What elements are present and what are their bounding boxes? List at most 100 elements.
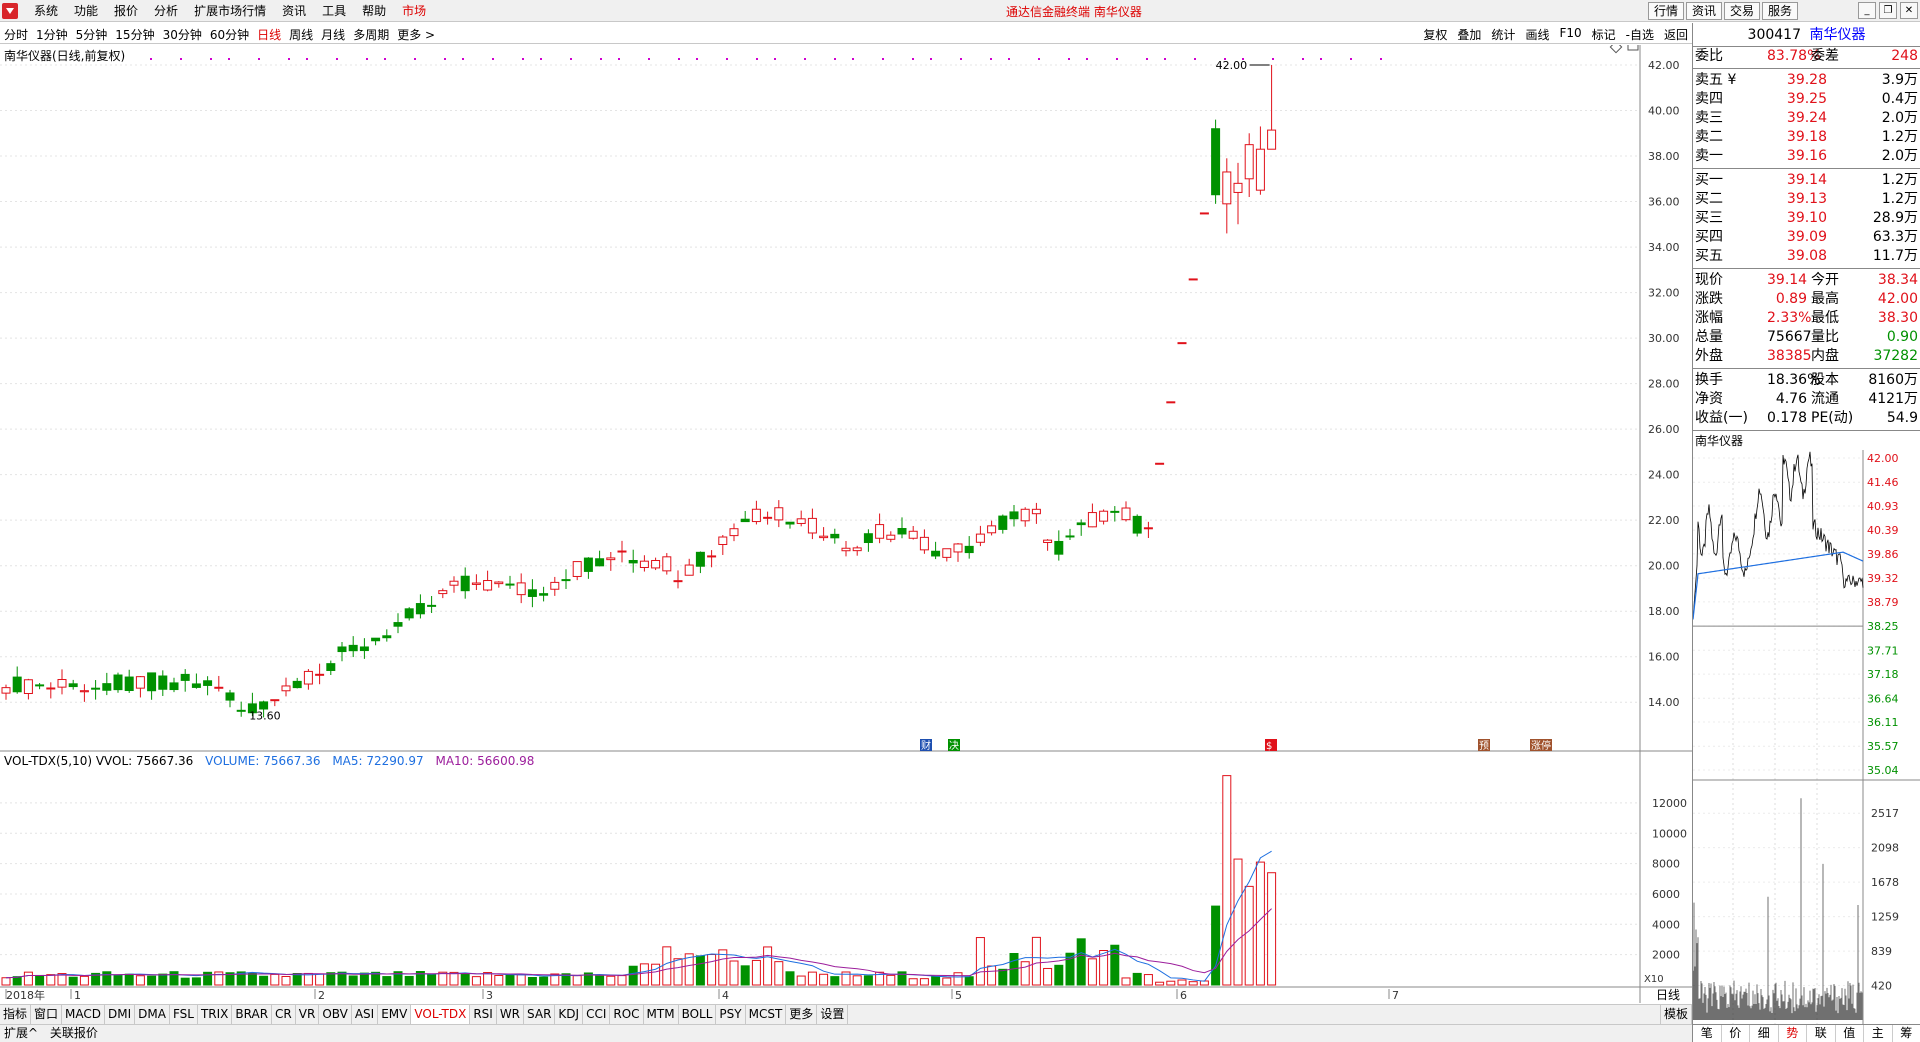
menu-system[interactable]: 系统	[26, 3, 66, 19]
menu-help[interactable]: 帮助	[354, 3, 394, 19]
template-button[interactable]: 模板	[1659, 1005, 1692, 1024]
ask-row-1: 卖一 39.16 2.0万	[1693, 147, 1920, 166]
indicator-tab-2[interactable]: MACD	[62, 1005, 106, 1024]
tool-button-1[interactable]: 叠加	[1457, 26, 1481, 43]
stock-code: 300417	[1747, 27, 1801, 43]
indicator-tab-25[interactable]: 设置	[817, 1005, 849, 1024]
stock-name[interactable]: 南华仪器	[1809, 27, 1865, 43]
indicator-tab-1[interactable]: 窗口	[31, 1005, 63, 1024]
volume-bar	[359, 972, 369, 986]
tool-button-6[interactable]: -自选	[1626, 26, 1654, 43]
panel-tab-1[interactable]: 价	[1722, 1025, 1750, 1042]
indicator-tab-4[interactable]: DMA	[135, 1005, 170, 1024]
stat-label-2: 最低	[1811, 310, 1839, 326]
intraday-mini-chart[interactable]: 42.00 41.46 40.93 40.39 39.86 39.32 38.79 38.25…	[1693, 450, 1920, 1024]
weibi-value: 83.78%	[1767, 48, 1821, 64]
tool-button-4[interactable]: F10	[1559, 26, 1581, 43]
mini-vol-label: 1678	[1871, 876, 1899, 889]
volume-bar	[628, 965, 638, 986]
period-tab-5[interactable]: 60分钟	[210, 26, 249, 43]
indicator-tab-20[interactable]: MTM	[644, 1005, 679, 1024]
menu-tools[interactable]: 工具	[314, 3, 354, 19]
mini-chart-title: 南华仪器	[1695, 434, 1744, 448]
stat-row-0: 现价 39.14 今开 38.34	[1693, 271, 1920, 290]
indicator-tab-23[interactable]: MCST	[746, 1005, 787, 1024]
panel-tab-0[interactable]: 笔	[1693, 1025, 1722, 1042]
indicator-tab-18[interactable]: CCI	[583, 1005, 611, 1024]
mini-price-label: 35.57	[1867, 740, 1899, 753]
news-button[interactable]: 资讯	[1685, 2, 1722, 20]
period-tab-7[interactable]: 周线	[289, 26, 313, 43]
volume-title: VOL-TDX(5,10) VVOL: 75667.36 VOLUME: 756…	[4, 754, 542, 768]
fund-value-2: 4121万	[1868, 391, 1918, 407]
tool-button-2[interactable]: 统计	[1491, 26, 1515, 43]
indicator-tab-14[interactable]: RSI	[470, 1005, 497, 1024]
indicator-tab-15[interactable]: WR	[497, 1005, 525, 1024]
menu-quote[interactable]: 报价	[106, 3, 146, 19]
indicator-tab-6[interactable]: TRIX	[198, 1005, 233, 1024]
panel-tab-7[interactable]: 筹	[1893, 1025, 1920, 1042]
volume-bar	[1166, 980, 1176, 986]
period-tab-9[interactable]: 多周期	[353, 26, 389, 43]
indicator-tab-12[interactable]: EMV	[378, 1005, 412, 1024]
tool-button-5[interactable]: 标记	[1592, 26, 1616, 43]
period-tab-4[interactable]: 30分钟	[163, 26, 202, 43]
indicator-tab-3[interactable]: DMI	[105, 1005, 136, 1024]
panel-tab-4[interactable]: 联	[1807, 1025, 1836, 1042]
trade-button[interactable]: 交易	[1723, 2, 1760, 20]
event-marker: 决	[949, 740, 959, 752]
period-tab-6[interactable]: 日线	[257, 26, 281, 43]
menu-function[interactable]: 功能	[66, 3, 106, 19]
info-dot	[1320, 58, 1322, 60]
mini-vol-label: 839	[1871, 945, 1892, 958]
indicator-tab-5[interactable]: FSL	[170, 1005, 198, 1024]
indicator-tab-11[interactable]: ASI	[352, 1005, 379, 1024]
period-tab-3[interactable]: 15分钟	[115, 26, 154, 43]
service-button[interactable]: 服务	[1761, 2, 1798, 20]
candle-body	[774, 507, 784, 521]
indicator-tab-8[interactable]: CR	[272, 1005, 296, 1024]
tool-button-7[interactable]: 返回	[1664, 26, 1688, 43]
indicator-tab-24[interactable]: 更多	[786, 1005, 818, 1024]
menu-market[interactable]: 市场	[394, 3, 434, 19]
info-dot	[882, 58, 884, 60]
indicator-tab-19[interactable]: ROC	[610, 1005, 644, 1024]
volume-bar	[886, 974, 896, 986]
indicator-tab-0[interactable]: 指标	[0, 1005, 32, 1024]
quote-button[interactable]: 行情	[1647, 2, 1684, 20]
indicator-tab-10[interactable]: OBV	[319, 1005, 352, 1024]
period-tab-2[interactable]: 5分钟	[76, 26, 108, 43]
period-tab-0[interactable]: 分时	[4, 26, 28, 43]
indicator-tab-9[interactable]: VR	[296, 1005, 320, 1024]
panel-tab-5[interactable]: 值	[1836, 1025, 1864, 1042]
info-dot	[1164, 58, 1166, 60]
related-quote-link[interactable]: 关联报价	[50, 1026, 98, 1040]
kline-chart[interactable]: 42.00 40.00 38.00 36.00 34.00 32.00 30.00 28.00…	[0, 45, 1692, 1003]
indicator-tab-22[interactable]: PSY	[716, 1005, 746, 1024]
menu-analysis[interactable]: 分析	[146, 3, 186, 19]
indicator-tab-7[interactable]: BRAR	[232, 1005, 273, 1024]
price-axis-label: 16.00	[1648, 651, 1680, 664]
indicator-tab-21[interactable]: BOLL	[679, 1005, 717, 1024]
period-tab-8[interactable]: 月线	[321, 26, 345, 43]
period-tab-1[interactable]: 1分钟	[36, 26, 68, 43]
fundamental-stats: 换手 18.36% 股本 8160万 净资 4.76 流通 4121万 收益(一) 0.178 PE…	[1693, 371, 1920, 428]
info-dot	[960, 58, 962, 60]
panel-tab-3[interactable]: 势	[1779, 1025, 1807, 1042]
close-icon[interactable]: ✕	[1900, 2, 1918, 19]
tool-button-3[interactable]: 画线	[1525, 26, 1549, 43]
minimize-icon[interactable]: _	[1858, 2, 1876, 19]
bid-row-4: 买四 39.09 63.3万	[1693, 228, 1920, 247]
indicator-tab-13[interactable]: VOL-TDX	[411, 1005, 471, 1024]
panel-tab-2[interactable]: 细	[1750, 1025, 1779, 1042]
restore-icon[interactable]: ❐	[1879, 2, 1897, 19]
tool-button-0[interactable]: 复权	[1423, 26, 1447, 43]
menu-ext-market[interactable]: 扩展市场行情	[186, 3, 274, 19]
indicator-tab-16[interactable]: SAR	[524, 1005, 556, 1024]
expand-toggle[interactable]: 扩展^	[4, 1026, 38, 1040]
panel-tab-6[interactable]: 主	[1864, 1025, 1893, 1042]
period-tab-10[interactable]: 更多 >	[397, 26, 435, 43]
price-axis-label: 32.00	[1648, 287, 1680, 300]
indicator-tab-17[interactable]: KDJ	[555, 1005, 584, 1024]
menu-news[interactable]: 资讯	[274, 3, 314, 19]
